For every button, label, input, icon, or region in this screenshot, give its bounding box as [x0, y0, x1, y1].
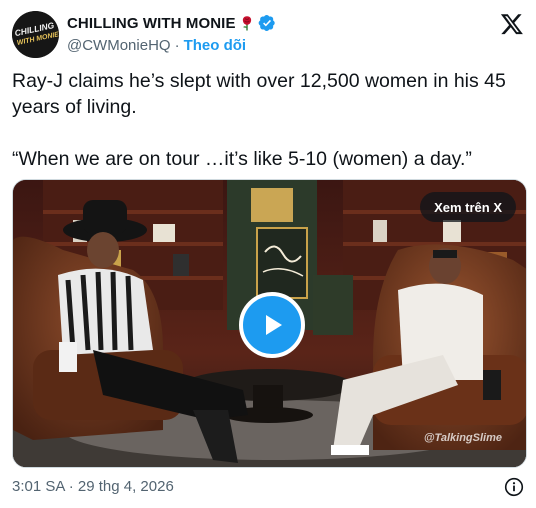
avatar[interactable]: CHILLING WITH MONIE — [12, 11, 59, 58]
tweet-text: Ray-J claims he’s slept with over 12,500… — [12, 68, 524, 172]
tweet-paragraph: Ray-J claims he’s slept with over 12,500… — [12, 70, 506, 118]
tweet-timestamp[interactable]: 3:01 SA · 29 thg 4, 2026 — [12, 478, 174, 495]
x-logo-icon[interactable] — [500, 12, 524, 36]
play-icon — [266, 315, 282, 335]
separator-dot: · — [174, 36, 180, 54]
name-row: CHILLING WITH MONIE — [67, 13, 276, 33]
follow-button[interactable]: Theo dõi — [184, 37, 247, 54]
watch-on-x-button[interactable]: Xem trên X — [420, 192, 516, 222]
handle-row: @CWMonieHQ · Theo dõi — [67, 35, 246, 55]
rose-icon — [240, 15, 254, 31]
video-watermark: @TalkingSlime — [423, 432, 502, 444]
tweet-paragraph: “When we are on tour …it’s like 5-10 (wo… — [12, 148, 472, 170]
video-player[interactable]: Xem trên X @TalkingSlime — [12, 179, 527, 468]
display-name[interactable]: CHILLING WITH MONIE — [67, 15, 236, 32]
play-button[interactable] — [239, 292, 305, 358]
tweet-card: CHILLING WITH MONIE CHILLING WITH MONIE … — [0, 0, 536, 508]
verified-icon[interactable] — [258, 14, 276, 32]
info-icon[interactable] — [504, 477, 524, 497]
author-handle[interactable]: @CWMonieHQ — [67, 37, 171, 54]
